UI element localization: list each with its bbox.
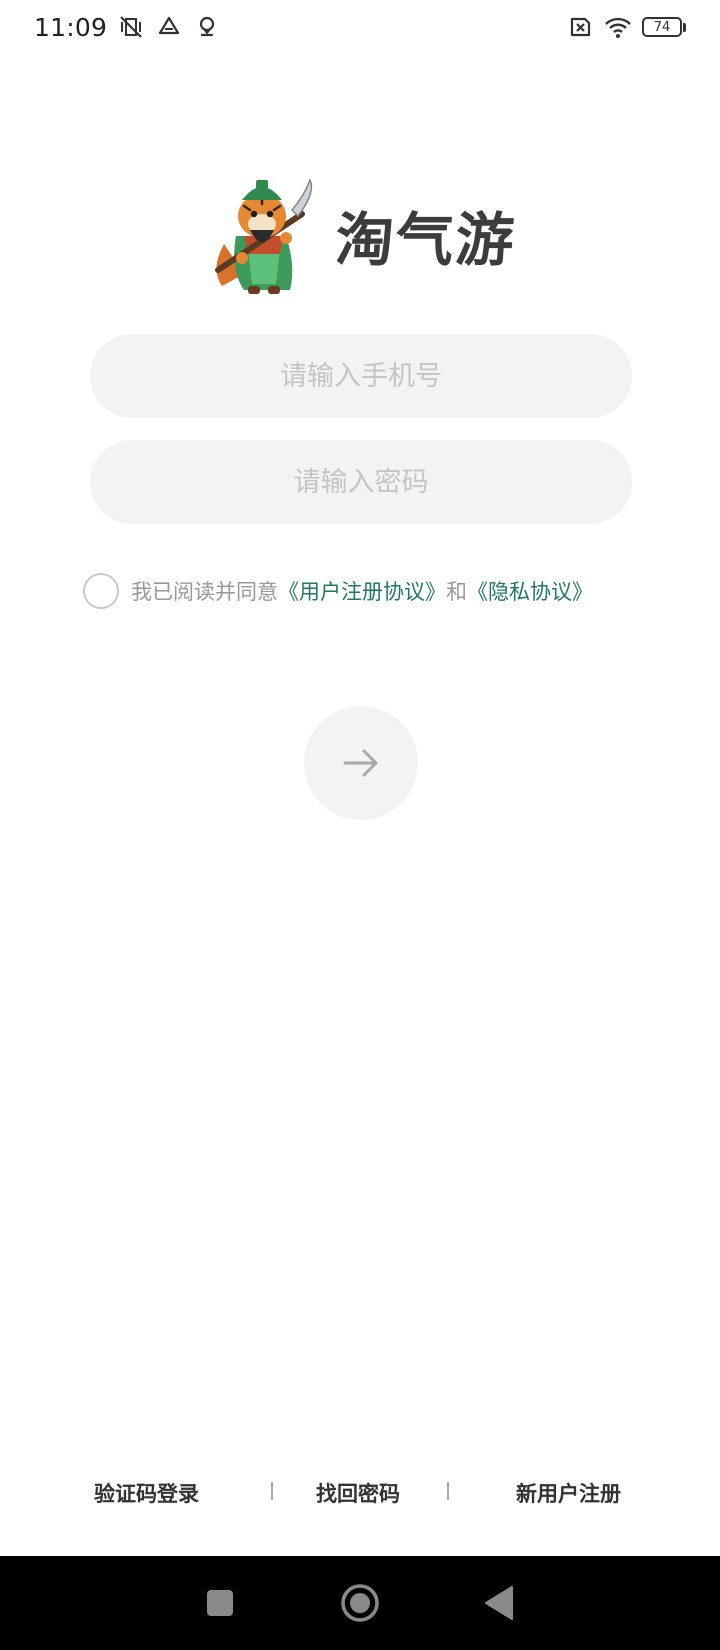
phone-input[interactable] [90,334,632,418]
agreement-row: 我已阅读并同意 《用户注册协议》 和 《隐私协议》 [83,572,593,610]
brand-logo: 淘气游 [0,172,720,297]
battery-level: 74 [642,17,682,37]
battery-icon: 74 [642,17,686,37]
recents-square-icon[interactable] [196,1579,244,1627]
user-agreement-link[interactable]: 《用户注册协议》 [278,576,446,606]
status-left: 11:09 [34,13,221,42]
agree-checkbox[interactable] [83,573,119,609]
wifi-icon [604,13,632,41]
agree-prefix-text: 我已阅读并同意 [131,580,278,604]
home-circle-icon[interactable] [336,1579,384,1627]
drive-icon [155,13,183,41]
status-bar: 11:09 74 [0,0,720,54]
agree-and-text: 和 [446,580,467,604]
sim-error-icon [566,13,594,41]
system-nav-bar [0,1556,720,1650]
brand-name: 淘气游 [333,205,519,274]
arrow-right-icon [339,741,383,785]
muted-vibrate-icon [117,13,145,41]
register-link[interactable]: 新用户注册 [516,1478,621,1508]
sms-login-link[interactable]: 验证码登录 [94,1478,199,1508]
back-triangle-icon[interactable] [476,1579,524,1627]
tiger-mascot-icon [204,174,322,296]
battery-tip [683,22,686,32]
password-input[interactable] [90,440,632,524]
location-pin-icon [193,13,221,41]
bottom-divider [447,1482,449,1500]
login-screen: 11:09 74 淘气游 请输入手机号 我已阅读并同意 《用户注册协议》 和 《… [0,0,720,1650]
forgot-password-link[interactable]: 找回密码 [316,1478,400,1508]
bottom-links: 验证码登录 找回密码 新用户注册 [0,1472,720,1516]
status-time: 11:09 [34,12,108,42]
privacy-policy-link[interactable]: 《隐私协议》 [467,576,593,606]
bottom-divider [271,1482,273,1500]
login-submit-button[interactable] [304,706,418,820]
status-right: 74 [566,13,686,41]
